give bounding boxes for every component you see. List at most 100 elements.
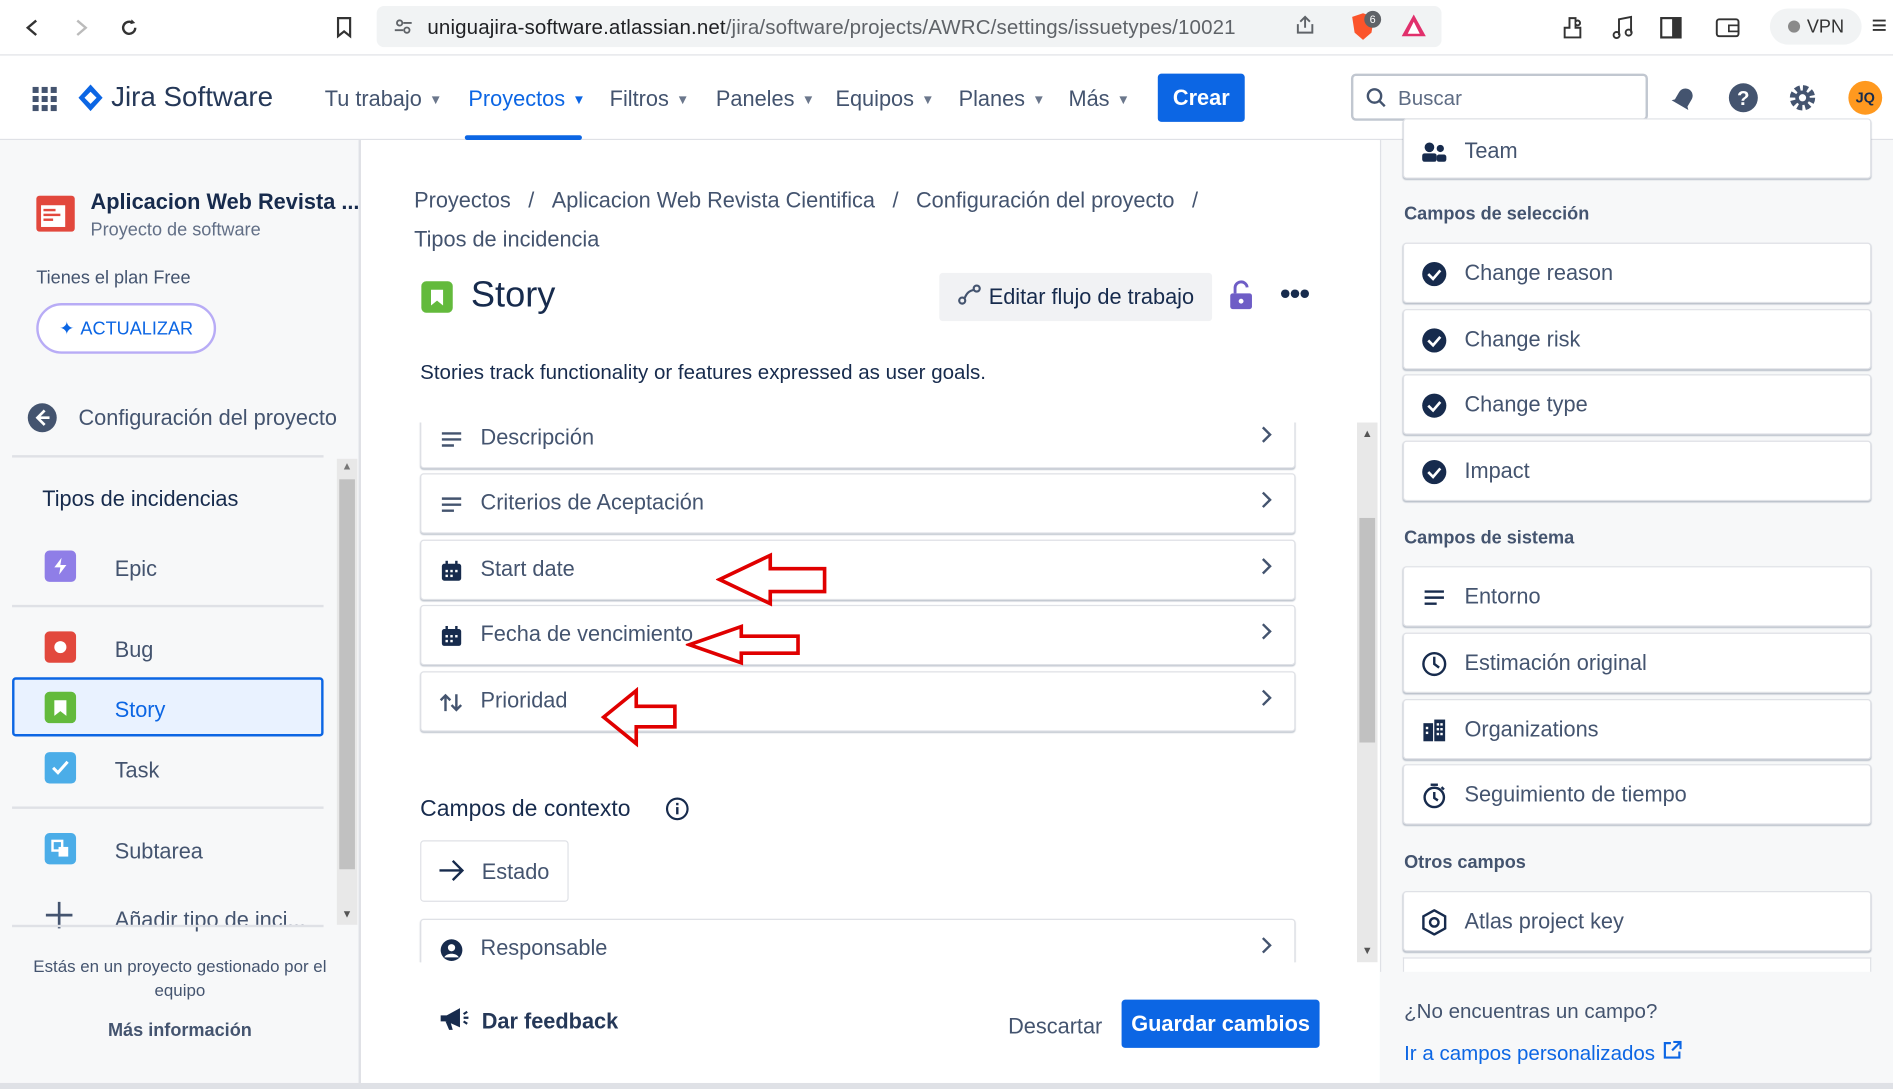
brave-rewards-icon[interactable] [1400,13,1427,43]
discard-button[interactable]: Descartar [1008,1014,1102,1039]
site-settings-icon[interactable] [394,17,413,42]
breadcrumb: Proyectos / Aplicacion Web Revista Cient… [414,182,1211,259]
field-row[interactable]: Prioridad [420,671,1296,732]
reload-icon[interactable] [113,12,144,43]
app-switcher-icon[interactable] [31,86,58,119]
field-label: Fecha de vencimiento [480,621,694,646]
field-row[interactable]: Criterios de Aceptación [420,473,1296,534]
breadcrumb-issue-types[interactable]: Tipos de incidencia [414,227,599,251]
field-row[interactable]: Responsable [420,918,1296,963]
sidebar-toggle-icon[interactable] [1659,16,1683,46]
issue-type-epic[interactable]: Epic [115,557,157,582]
chevron-right-icon [1260,557,1272,582]
save-changes-button[interactable]: Guardar cambios [1121,999,1320,1048]
available-field[interactable]: Change reason [1402,242,1872,304]
issue-type-bug[interactable]: Bug [115,637,154,662]
breadcrumb-proyectos[interactable]: Proyectos [414,188,511,212]
vpn-button[interactable]: VPN [1769,8,1862,45]
wallet-icon[interactable] [1714,16,1741,46]
divider [12,604,324,608]
calendar-icon [439,624,463,648]
nav-planes[interactable]: Planes ▼ [959,87,1046,112]
field-label: Responsable [480,935,608,960]
edit-workflow-button[interactable]: Editar flujo de trabajo [939,272,1213,322]
menu-icon[interactable]: ≡ [1871,10,1887,41]
breadcrumb-project[interactable]: Aplicacion Web Revista Cientifica [552,188,875,212]
feedback-button[interactable]: Dar feedback [438,1004,618,1039]
nav-label: Planes [958,86,1026,112]
context-field-estado[interactable]: Estado [420,840,569,902]
target-icon [1421,909,1448,936]
media-icon[interactable] [1611,14,1635,47]
field-row[interactable]: Fecha de vencimiento [420,604,1296,666]
nav-equipos[interactable]: Equipos ▼ [835,87,934,112]
bookmark-icon[interactable] [328,12,359,43]
notifications-icon[interactable] [1666,80,1702,116]
field-row[interactable]: Descripción [420,422,1296,469]
issue-type-task[interactable]: Task [115,758,160,783]
unlock-icon[interactable] [1228,280,1255,317]
external-link-icon [1662,1040,1682,1066]
address-bar[interactable]: uniguajira-software.atlassian.net/jira/s… [376,6,1442,48]
create-button[interactable]: Crear [1157,73,1245,122]
available-field-partial[interactable] [1402,957,1872,972]
divider [12,806,324,809]
project-name[interactable]: Aplicacion Web Revista ... [91,190,360,215]
breadcrumb-separator: / [1191,188,1198,213]
nav-paneles[interactable]: Paneles ▼ [716,87,815,112]
more-actions-icon[interactable]: ••• [1280,278,1311,309]
forward-icon[interactable] [65,12,96,43]
nav-filtros[interactable]: Filtros ▼ [610,87,690,112]
available-field[interactable]: Seguimiento de tiempo [1402,764,1872,825]
chevron-down-icon: ▼ [572,92,586,107]
context-field-label: Estado [481,859,550,884]
available-field[interactable]: Team [1402,118,1872,179]
extensions-icon[interactable] [1560,14,1587,47]
nav-tu-trabajo[interactable]: Tu trabajo ▼ [325,87,442,112]
available-field[interactable]: Entorno [1402,566,1872,627]
nav-mas[interactable]: Más ▼ [1068,87,1129,112]
nav-proyectos[interactable]: Proyectos ▼ [468,87,585,112]
scroll-up-icon[interactable]: ▲ [1362,427,1373,439]
add-issue-type[interactable]: Añadir tipo de inci... [115,908,306,933]
back-arrow-icon[interactable] [27,402,58,439]
scroll-down-icon[interactable]: ▼ [342,908,353,920]
custom-fields-link[interactable]: Ir a campos personalizados [1404,1040,1682,1066]
share-icon[interactable] [1294,14,1316,42]
scroll-up-icon[interactable]: ▲ [342,460,353,472]
jira-logo-icon[interactable] [77,83,104,118]
more-info-link[interactable]: Más información [12,1020,348,1041]
project-avatar-icon [36,195,75,238]
available-field[interactable]: Impact [1402,440,1872,502]
available-field-label: Team [1464,138,1518,163]
available-field[interactable]: Organizations [1402,699,1872,760]
settings-gear-icon[interactable] [1784,80,1820,116]
arrow-right-icon [438,859,465,888]
jira-logo-text[interactable]: Jira Software [111,81,273,114]
sidebar-scrollbar-thumb[interactable] [339,479,355,870]
back-icon[interactable] [17,12,48,43]
main-scrollbar-thumb[interactable] [1359,517,1376,743]
chevron-down-icon: ▼ [801,92,815,107]
upgrade-button[interactable]: ✦ ACTUALIZAR [36,303,217,354]
add-icon [45,901,74,936]
help-icon[interactable]: ? [1725,80,1761,116]
available-field[interactable]: Change type [1402,374,1872,435]
back-to-project-settings[interactable]: Configuración del proyecto [78,406,337,431]
scroll-down-icon[interactable]: ▼ [1362,944,1373,956]
upgrade-label: ACTUALIZAR [80,318,194,339]
team-managed-note: Estás en un proyecto gestionado por el e… [33,956,327,1000]
info-icon[interactable] [665,797,689,827]
avatar[interactable]: JQ [1848,80,1883,115]
breadcrumb-project-settings[interactable]: Configuración del proyecto [916,188,1175,212]
available-field-label: Impact [1464,458,1530,483]
available-field[interactable]: Change risk [1402,309,1872,370]
available-field[interactable]: Atlas project key [1402,890,1872,952]
issue-type-story[interactable]: Story [115,698,166,723]
available-field[interactable]: Estimación original [1402,632,1872,693]
search-input[interactable]: Buscar [1350,73,1648,121]
check-circle-icon [1421,261,1448,288]
group-heading: Campos de sistema [1404,527,1575,549]
field-row[interactable]: Start date [420,539,1296,601]
issue-type-subtarea[interactable]: Subtarea [115,839,203,864]
